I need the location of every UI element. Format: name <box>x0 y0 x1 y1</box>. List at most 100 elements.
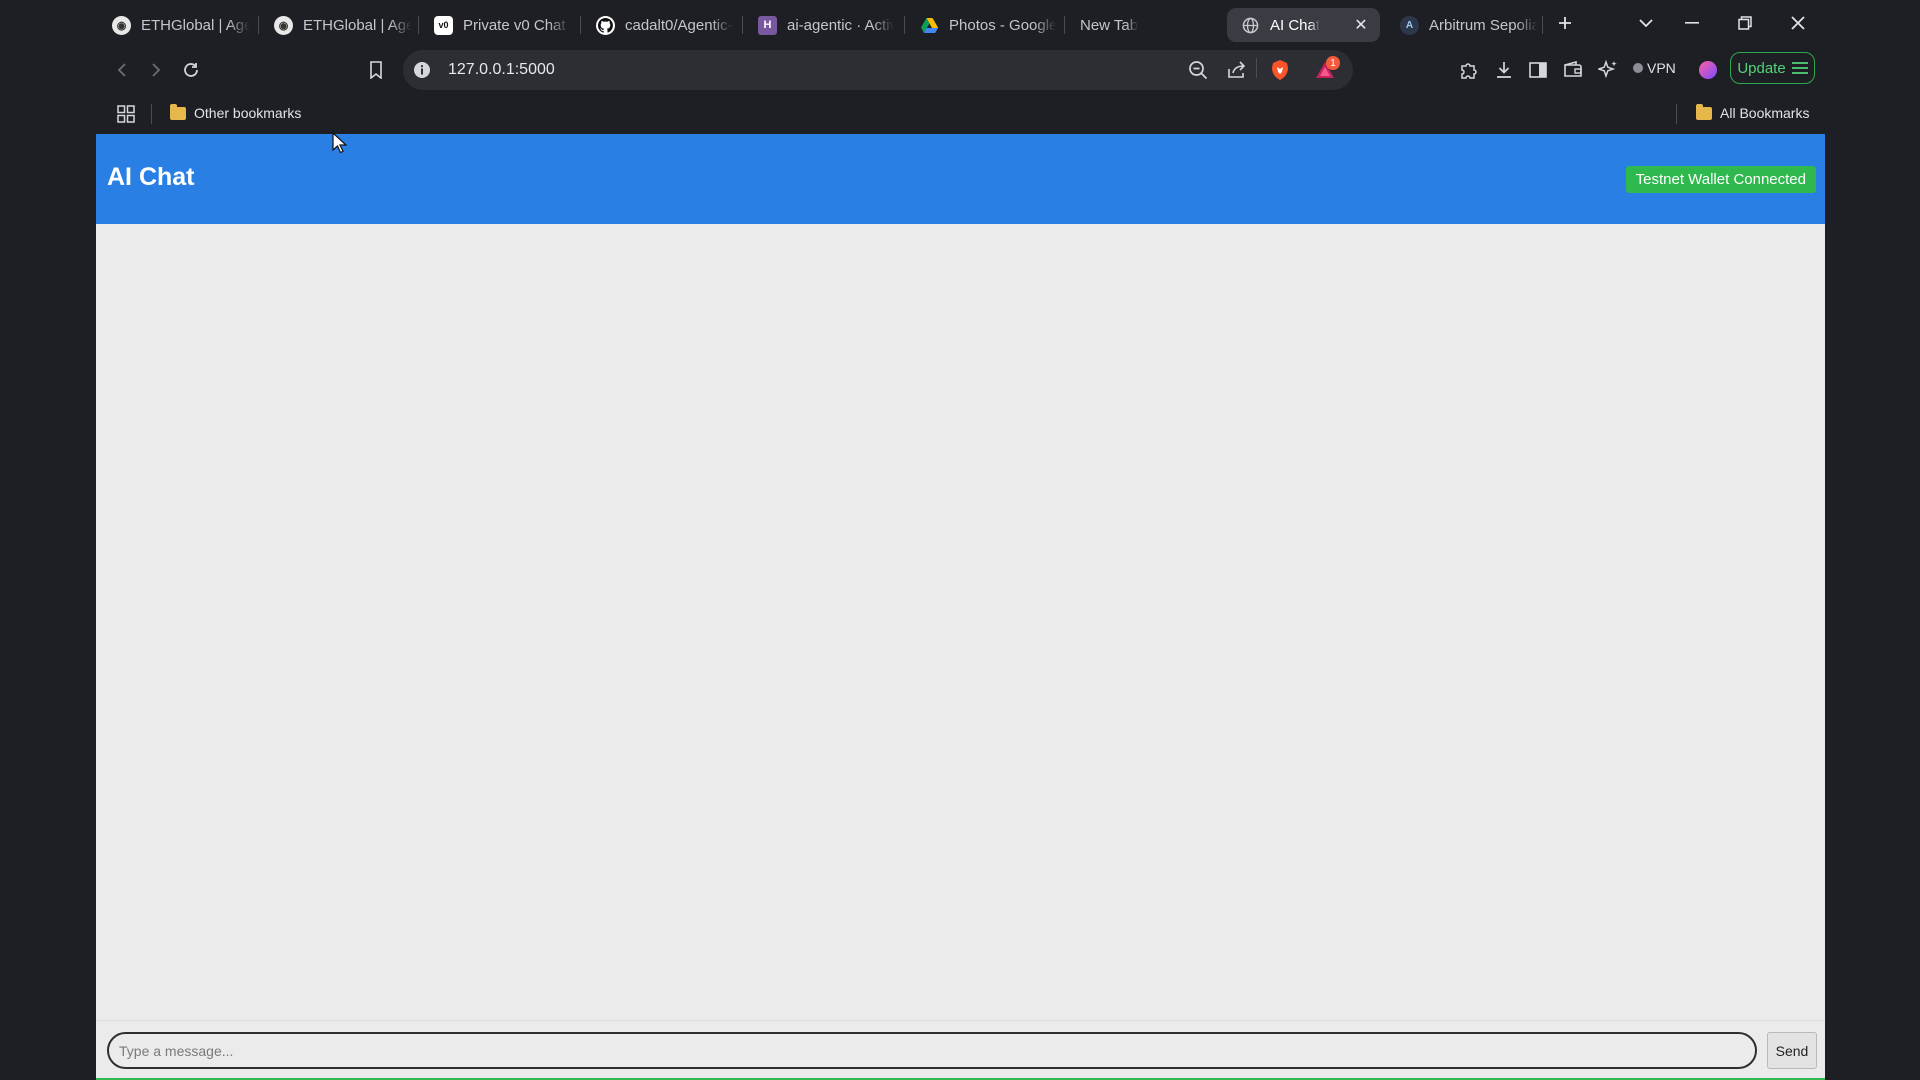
apps-button[interactable] <box>112 100 140 128</box>
ethglobal-icon: ◉ <box>112 15 131 35</box>
tab-v0-chat[interactable]: v0 Private v0 Chat - v0 <box>420 8 570 42</box>
ethglobal-icon: ◉ <box>274 15 293 35</box>
brave-lion-icon <box>1272 60 1288 80</box>
puzzle-icon <box>1461 63 1477 79</box>
close-window-button[interactable] <box>1778 8 1818 38</box>
all-bookmarks-folder[interactable]: All Bookmarks <box>1696 102 1809 124</box>
tab-divider <box>580 16 581 34</box>
downloads-button[interactable] <box>1490 56 1518 84</box>
restore-button[interactable] <box>1725 8 1765 38</box>
grid-icon <box>117 105 135 123</box>
vpn-label: VPN <box>1647 60 1676 76</box>
tab-title: ai-agentic · Activity <box>787 16 894 34</box>
profile-button[interactable] <box>1694 56 1722 84</box>
bookmark-label: Other bookmarks <box>194 105 302 121</box>
sidebar-icon <box>1529 62 1547 78</box>
tab-strip: ◉ ETHGlobal | Agents ◉ ETHGlobal | Agent… <box>0 0 1920 46</box>
sidebar-button[interactable] <box>1524 56 1552 84</box>
download-icon <box>1497 62 1511 78</box>
vpn-button[interactable]: VPN <box>1633 60 1676 76</box>
mouse-cursor-icon <box>332 132 348 154</box>
plus-icon <box>1559 17 1571 29</box>
bookmark-divider <box>1676 104 1677 124</box>
tab-divider <box>418 16 419 34</box>
tab-title: Arbitrum Sepolia <box>1429 16 1538 34</box>
arrow-left-icon <box>117 63 126 77</box>
tab-title: AI Chat <box>1270 16 1321 34</box>
minimize-icon <box>1685 22 1699 24</box>
update-button[interactable]: Update <box>1730 52 1815 84</box>
tab-arbitrum[interactable]: A Arbitrum Sepolia <box>1386 8 1538 42</box>
zoom-out-icon <box>1189 61 1208 80</box>
tab-ethglobal-2[interactable]: ◉ ETHGlobal | Agents <box>260 8 412 42</box>
tab-title: ETHGlobal | Agents <box>303 16 412 34</box>
wallet-status-badge: Testnet Wallet Connected <box>1625 166 1816 193</box>
tab-divider <box>742 16 743 34</box>
share-button[interactable] <box>1223 56 1251 84</box>
tab-divider <box>258 16 259 34</box>
menu-icon <box>1791 62 1808 74</box>
minimize-button[interactable] <box>1672 8 1712 38</box>
tab-title: New Tab <box>1080 16 1139 34</box>
chevron-down-icon <box>1639 18 1653 27</box>
arrow-right-icon <box>152 63 161 77</box>
update-label: Update <box>1737 59 1786 77</box>
brave-shields-button[interactable] <box>1266 56 1294 84</box>
message-input-bar: Send <box>96 1020 1825 1080</box>
leo-ai-button[interactable] <box>1594 56 1622 84</box>
tab-github[interactable]: cadalt0/Agentic- <box>582 8 734 42</box>
avatar <box>1699 61 1717 79</box>
tab-title: cadalt0/Agentic- <box>625 16 733 34</box>
forward-button[interactable] <box>142 56 170 84</box>
tab-title: Photos - Google <box>949 16 1056 34</box>
notification-badge: 1 <box>1326 56 1340 70</box>
other-bookmarks-folder[interactable]: Other bookmarks <box>170 102 301 124</box>
reload-button[interactable] <box>177 56 205 84</box>
heroku-icon: H <box>758 15 777 35</box>
toolbar-divider <box>1256 58 1257 78</box>
bookmark-page-button[interactable] <box>362 56 390 84</box>
bookmark-icon <box>370 61 382 79</box>
tab-ethglobal-1[interactable]: ◉ ETHGlobal | Agents <box>98 8 250 42</box>
tab-ai-chat[interactable]: AI Chat ✕ <box>1227 8 1380 42</box>
vpn-status-icon <box>1633 63 1643 73</box>
tab-title: Private v0 Chat - v0 <box>463 16 570 34</box>
bookmark-divider <box>151 104 152 124</box>
share-icon <box>1228 61 1246 78</box>
arbitrum-icon: A <box>1400 15 1419 35</box>
sparkle-icon <box>1598 60 1617 79</box>
wallet-button[interactable] <box>1559 56 1587 84</box>
message-input[interactable] <box>107 1032 1757 1069</box>
app-header: AI Chat Testnet Wallet Connected <box>96 134 1825 224</box>
url-text: 127.0.0.1:5000 <box>448 61 555 78</box>
page-viewport: AI Chat Testnet Wallet Connected Send <box>96 134 1825 1080</box>
v0-icon: v0 <box>434 15 453 35</box>
folder-icon <box>1696 103 1712 120</box>
tab-search-button[interactable] <box>1626 8 1666 38</box>
folder-icon <box>170 103 186 120</box>
back-button[interactable] <box>108 56 136 84</box>
tab-divider <box>1064 16 1065 34</box>
new-tab-button[interactable] <box>1545 8 1585 38</box>
zoom-button[interactable] <box>1184 56 1212 84</box>
close-tab-icon[interactable]: ✕ <box>1352 16 1370 34</box>
google-drive-icon <box>920 16 939 35</box>
send-button[interactable]: Send <box>1767 1032 1817 1069</box>
tab-heroku[interactable]: H ai-agentic · Activity <box>744 8 894 42</box>
restore-icon <box>1738 16 1752 30</box>
bookmarks-bar: Other bookmarks All Bookmarks <box>0 94 1920 134</box>
brave-rewards-button[interactable]: 1 <box>1308 56 1342 84</box>
github-icon <box>596 15 615 35</box>
reload-icon <box>184 63 198 77</box>
tab-google-photos[interactable]: Photos - Google <box>906 8 1056 42</box>
chat-messages-area[interactable] <box>96 224 1825 1020</box>
page-title: AI Chat <box>107 163 195 191</box>
bookmark-label: All Bookmarks <box>1720 105 1810 121</box>
tab-title: ETHGlobal | Agents <box>141 16 250 34</box>
extensions-button[interactable] <box>1455 56 1483 84</box>
tab-divider <box>904 16 905 34</box>
tab-new-tab[interactable]: New Tab <box>1066 8 1216 42</box>
close-icon <box>1791 16 1805 30</box>
wallet-icon <box>1564 61 1582 77</box>
site-info-icon[interactable] <box>413 61 431 79</box>
